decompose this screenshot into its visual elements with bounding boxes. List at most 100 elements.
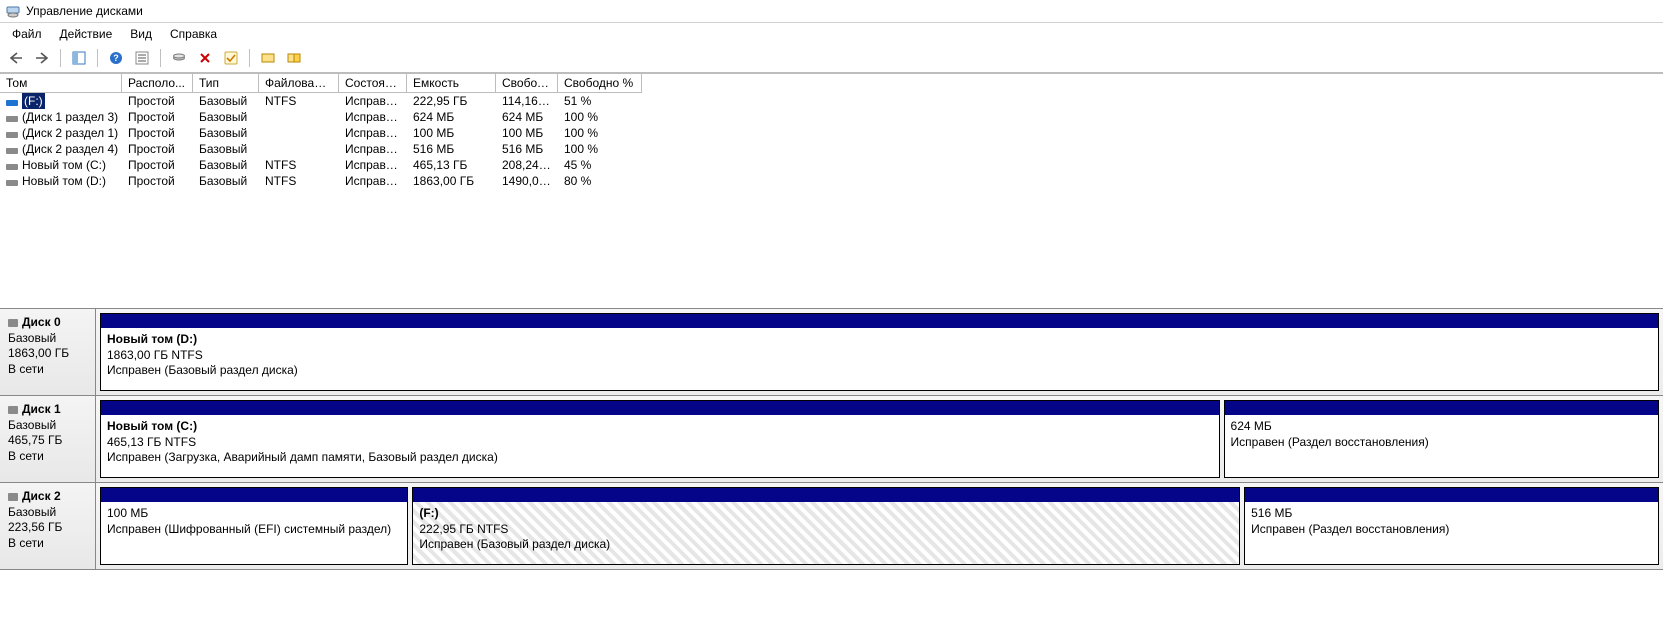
cell-free: 208,24 ГБ xyxy=(496,157,558,173)
toolbar: ? xyxy=(0,45,1663,73)
volume-row[interactable]: Новый том (C:)ПростойБазовыйNTFSИсправен… xyxy=(0,157,1663,173)
cell-layout: Простой xyxy=(122,93,193,109)
title-bar: Управление дисками xyxy=(0,0,1663,23)
partition-size: 516 МБ xyxy=(1251,506,1652,522)
drive-icon xyxy=(6,96,18,106)
menu-file[interactable]: Файл xyxy=(4,25,50,43)
menu-bar: Файл Действие Вид Справка xyxy=(0,23,1663,45)
disk-type-text: Базовый xyxy=(8,418,89,434)
cell-status: Исправен... xyxy=(339,93,407,109)
cell-freepct: 80 % xyxy=(558,173,642,189)
volume-name: Новый том (C:) xyxy=(22,157,106,173)
partition-size: 222,95 ГБ NTFS xyxy=(419,522,1233,538)
disks-graphical-area: Диск 0Базовый1863,00 ГБВ сетиНовый том (… xyxy=(0,308,1663,570)
partition-body: Новый том (C:)465,13 ГБ NTFSИсправен (За… xyxy=(101,415,1219,477)
partition[interactable]: Новый том (C:)465,13 ГБ NTFSИсправен (За… xyxy=(100,400,1220,478)
partition[interactable]: 624 МБИсправен (Раздел восстановления) xyxy=(1224,400,1659,478)
cell-status: Исправен... xyxy=(339,141,407,157)
cell-fs: NTFS xyxy=(259,173,339,189)
delete-button[interactable] xyxy=(193,47,217,69)
disk-state-text: В сети xyxy=(8,449,89,465)
cell-fs: NTFS xyxy=(259,157,339,173)
cell-layout: Простой xyxy=(122,173,193,189)
disk-state-text: В сети xyxy=(8,536,89,552)
cell-status: Исправен... xyxy=(339,109,407,125)
disk-label[interactable]: Диск 1Базовый465,75 ГБВ сети xyxy=(0,396,96,482)
volume-table-body[interactable]: (F:)ПростойБазовыйNTFSИсправен...222,95 … xyxy=(0,93,1663,308)
col-free[interactable]: Свобод... xyxy=(496,74,558,93)
partition-size: 465,13 ГБ NTFS xyxy=(107,435,1213,451)
cell-freepct: 100 % xyxy=(558,109,642,125)
app-icon xyxy=(6,4,20,18)
volume-name: (Диск 2 раздел 4) xyxy=(22,141,118,157)
cell-type: Базовый xyxy=(193,173,259,189)
partition-status: Исправен (Раздел восстановления) xyxy=(1251,522,1652,538)
cell-layout: Простой xyxy=(122,125,193,141)
volume-row[interactable]: Новый том (D:)ПростойБазовыйNTFSИсправен… xyxy=(0,173,1663,189)
refresh-button[interactable] xyxy=(167,47,191,69)
cell-capacity: 465,13 ГБ xyxy=(407,157,496,173)
partition-body: Новый том (D:)1863,00 ГБ NTFSИсправен (Б… xyxy=(101,328,1658,390)
cell-layout: Простой xyxy=(122,141,193,157)
cell-capacity: 624 МБ xyxy=(407,109,496,125)
disk-icon xyxy=(8,493,18,501)
partition-stripe xyxy=(101,488,407,502)
volume-row[interactable]: (F:)ПростойБазовыйNTFSИсправен...222,95 … xyxy=(0,93,1663,109)
disk-partition-button[interactable] xyxy=(256,47,280,69)
apply-button[interactable] xyxy=(219,47,243,69)
partition-title: Новый том (D:) xyxy=(107,332,1652,348)
cell-capacity: 516 МБ xyxy=(407,141,496,157)
partitions-container: 100 МБИсправен (Шифрованный (EFI) систем… xyxy=(96,483,1663,569)
col-type[interactable]: Тип xyxy=(193,74,259,93)
menu-help[interactable]: Справка xyxy=(162,25,225,43)
menu-view[interactable]: Вид xyxy=(122,25,160,43)
volume-row[interactable]: (Диск 1 раздел 3)ПростойБазовыйИсправен.… xyxy=(0,109,1663,125)
partition[interactable]: 100 МБИсправен (Шифрованный (EFI) систем… xyxy=(100,487,408,565)
col-status[interactable]: Состояние xyxy=(339,74,407,93)
cell-layout: Простой xyxy=(122,109,193,125)
cell-type: Базовый xyxy=(193,109,259,125)
disk-row: Диск 0Базовый1863,00 ГБВ сетиНовый том (… xyxy=(0,309,1663,396)
menu-action[interactable]: Действие xyxy=(52,25,121,43)
disk-label[interactable]: Диск 0Базовый1863,00 ГБВ сети xyxy=(0,309,96,395)
window-title: Управление дисками xyxy=(26,4,143,18)
disk-row: Диск 1Базовый465,75 ГБВ сетиНовый том (C… xyxy=(0,396,1663,483)
help-button[interactable]: ? xyxy=(104,47,128,69)
col-capacity[interactable]: Емкость xyxy=(407,74,496,93)
drive-icon xyxy=(6,176,18,186)
partition[interactable]: (F:)222,95 ГБ NTFSИсправен (Базовый разд… xyxy=(412,487,1240,565)
forward-button[interactable] xyxy=(30,47,54,69)
partition-status: Исправен (Базовый раздел диска) xyxy=(419,537,1233,553)
drive-icon xyxy=(6,112,18,122)
partition-size: 100 МБ xyxy=(107,506,401,522)
partition-stripe xyxy=(413,488,1239,502)
partition[interactable]: Новый том (D:)1863,00 ГБ NTFSИсправен (Б… xyxy=(100,313,1659,391)
back-button[interactable] xyxy=(4,47,28,69)
volume-table: Том Располо... Тип Файловая с... Состоян… xyxy=(0,73,1663,308)
disk-volume-button[interactable] xyxy=(282,47,306,69)
properties-button[interactable] xyxy=(130,47,154,69)
volume-row[interactable]: (Диск 2 раздел 1)ПростойБазовыйИсправен.… xyxy=(0,125,1663,141)
show-hide-button[interactable] xyxy=(67,47,91,69)
cell-fs xyxy=(259,125,339,141)
partition[interactable]: 516 МБИсправен (Раздел восстановления) xyxy=(1244,487,1659,565)
col-freepercent[interactable]: Свободно % xyxy=(558,74,642,93)
disk-type-text: Базовый xyxy=(8,331,89,347)
col-volume[interactable]: Том xyxy=(0,74,122,93)
cell-status: Исправен... xyxy=(339,125,407,141)
svg-text:?: ? xyxy=(113,53,119,63)
cell-free: 114,16 ГБ xyxy=(496,93,558,109)
col-layout[interactable]: Располо... xyxy=(122,74,193,93)
col-filesystem[interactable]: Файловая с... xyxy=(259,74,339,93)
partition-stripe xyxy=(1245,488,1658,502)
partition-stripe xyxy=(101,314,1658,328)
toolbar-separator xyxy=(97,49,98,67)
cell-free: 516 МБ xyxy=(496,141,558,157)
disk-label[interactable]: Диск 2Базовый223,56 ГБВ сети xyxy=(0,483,96,569)
partitions-container: Новый том (D:)1863,00 ГБ NTFSИсправен (Б… xyxy=(96,309,1663,395)
disk-name-text: Диск 2 xyxy=(22,489,61,505)
volume-row[interactable]: (Диск 2 раздел 4)ПростойБазовыйИсправен.… xyxy=(0,141,1663,157)
cell-freepct: 100 % xyxy=(558,125,642,141)
partition-title: Новый том (C:) xyxy=(107,419,1213,435)
cell-layout: Простой xyxy=(122,157,193,173)
